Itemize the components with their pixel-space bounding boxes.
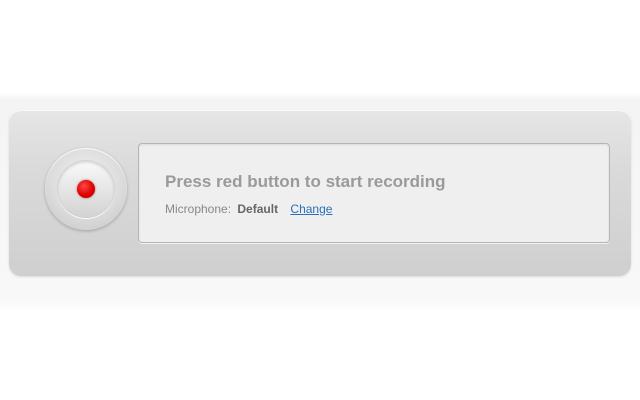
status-box: Press red button to start recording Micr… — [138, 143, 610, 243]
microphone-line: Microphone: Default Change — [165, 202, 332, 216]
record-button-face[interactable] — [57, 160, 115, 218]
record-dot-icon — [77, 180, 95, 198]
recorder-panel: Press red button to start recording Micr… — [9, 110, 631, 276]
status-title: Press red button to start recording — [165, 172, 446, 191]
microphone-value: Default — [237, 202, 279, 216]
change-microphone-link[interactable]: Change — [290, 202, 332, 216]
page: Press red button to start recording Micr… — [0, 0, 640, 400]
microphone-label: Microphone: — [165, 202, 232, 216]
record-button[interactable] — [45, 148, 127, 230]
